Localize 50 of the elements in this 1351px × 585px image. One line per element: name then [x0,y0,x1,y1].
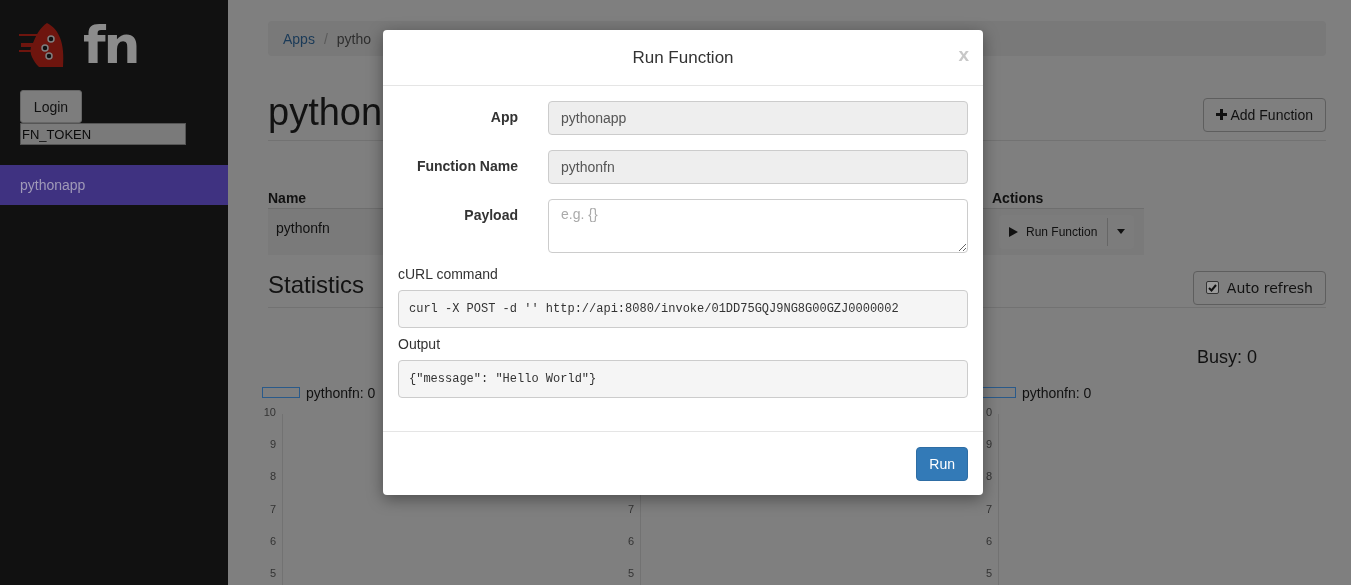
axis-tick-label: 7 [269,502,276,515]
axis-tick-label: 10 [263,405,276,418]
field-label: Output [398,336,442,352]
checkbox[interactable] [1205,281,1219,295]
axis-tick-label: 7 [985,502,992,515]
page-title: python [268,90,383,135]
caret-icon [1117,229,1126,235]
token-field[interactable]: FN_TOKEN [20,123,186,145]
axis-tick-label: 6 [985,535,992,548]
axis-tick-label: 6 [269,535,276,548]
column-header: Name [268,189,308,206]
logo-text: fn [83,19,139,71]
auto-refresh-toggle[interactable]: Auto refresh [1192,270,1326,305]
field-label: Payload [463,206,518,223]
axis-tick-label: 7 [627,502,634,515]
axis-tick-label: 9 [985,438,992,451]
add-function-button[interactable]: Add Function [1202,97,1326,132]
axis-tick-label: 8 [985,470,992,483]
legend-label: pythonfn: 0 [1022,384,1092,401]
breadcrumb-separator: / [323,30,328,47]
axis-tick-label: 5 [985,567,992,580]
axis-tick-label: 6 [627,535,634,547]
plus-icon [1215,109,1227,121]
axis-tick-label: 5 [269,567,276,580]
code-block: curl -X POST -d '' http://api:8080/invoke/01DD75GQJ9NG8G00GZJ0000002 [398,290,968,328]
field-label: cURL command [398,266,499,282]
login-button[interactable]: Login [20,90,82,123]
section-title: Statistics [268,270,365,300]
input-field[interactable]: pythonapp [548,101,968,135]
axis-tick-label: 9 [269,438,276,451]
breadcrumb-link[interactable]: Apps [283,30,315,47]
axis-tick-label: 8 [269,470,276,483]
field-label: Function Name [415,157,518,174]
legend-swatch [262,387,300,399]
sidebar-item[interactable]: pythonapp [0,165,228,205]
axis-tick-label: 5 [627,567,634,580]
input-field[interactable]: pythonfn [548,150,968,184]
run-button[interactable]: Run [916,446,968,481]
dialog-title: Run Function [632,47,734,68]
axis-tick-label: 0 [985,405,992,418]
chart-title: Busy: 0 [1197,346,1257,368]
legend-label: pythonfn: 0 [306,384,376,401]
table-cell-text: pythonfn [275,219,331,236]
column-header: Actions [992,189,1045,206]
payload-field[interactable]: e.g. {} [548,199,968,253]
field-label: App [489,108,518,125]
breadcrumb-current: pytho [336,30,372,47]
play-icon [1009,226,1018,237]
run-function-button[interactable]: Run Function [999,214,1108,249]
code-block: {"message": "Hello World"} [398,360,968,398]
